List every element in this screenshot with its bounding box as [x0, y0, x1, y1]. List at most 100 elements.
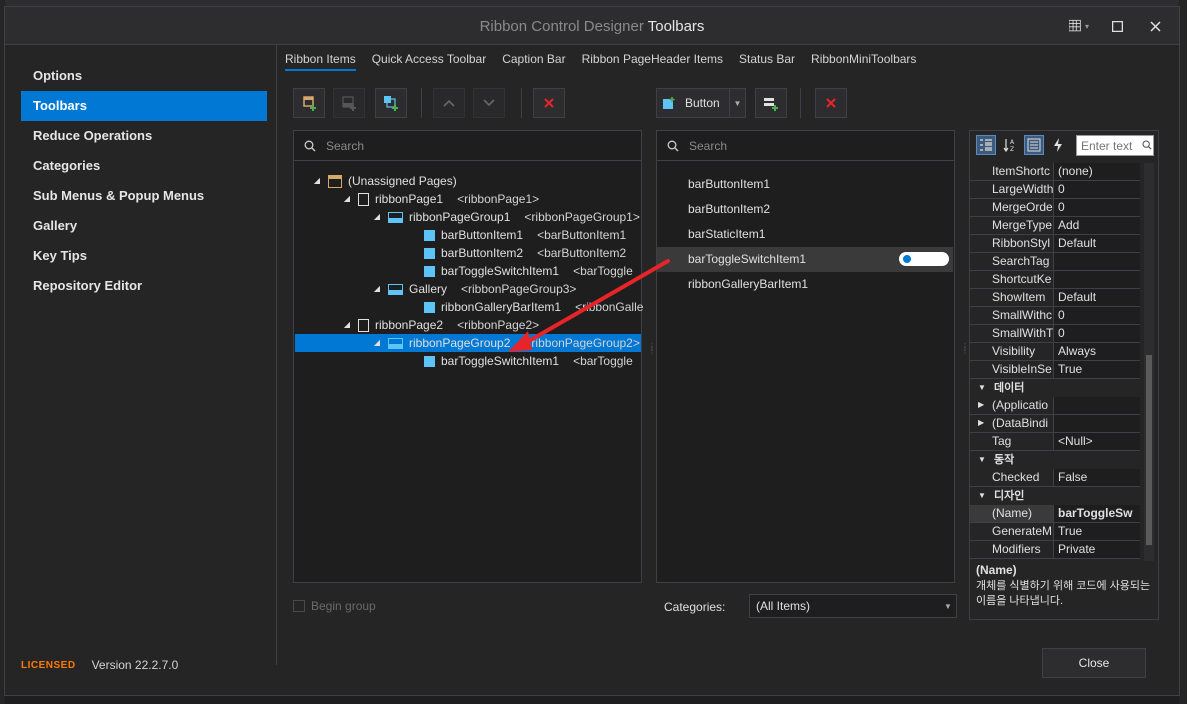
- property-value[interactable]: True: [1054, 523, 1140, 541]
- expand-caret-icon[interactable]: ◢: [372, 280, 382, 298]
- categories-dropdown[interactable]: (All Items) ▼: [749, 594, 957, 618]
- list-item[interactable]: ribbonGalleryBarItem1: [657, 272, 953, 297]
- property-value[interactable]: 0: [1054, 181, 1140, 199]
- nav-item-gallery[interactable]: Gallery: [21, 211, 267, 241]
- property-row[interactable]: GenerateM True: [970, 523, 1140, 541]
- tree-node-bar-toggle-switch-item1-page2[interactable]: barToggleSwitchItem1 <barToggle: [424, 352, 633, 370]
- property-value[interactable]: True: [1054, 361, 1140, 379]
- property-value[interactable]: Always: [1054, 343, 1140, 361]
- property-value[interactable]: Private: [1054, 541, 1140, 559]
- property-value[interactable]: [1054, 397, 1140, 415]
- categorized-icon[interactable]: [976, 135, 996, 155]
- property-value[interactable]: 0: [1054, 307, 1140, 325]
- chevron-down-icon[interactable]: ▼: [940, 595, 956, 617]
- move-up-button[interactable]: [433, 88, 465, 118]
- tab-quick-access-toolbar[interactable]: Quick Access Toolbar: [372, 49, 487, 71]
- tree-node-unassigned-pages[interactable]: ◢ (Unassigned Pages): [312, 172, 457, 190]
- maximize-icon[interactable]: [1107, 17, 1127, 35]
- delete-button[interactable]: [533, 88, 565, 118]
- scrollbar-thumb[interactable]: [1146, 355, 1152, 545]
- splitter-handle[interactable]: ⋮ ⋮: [648, 343, 656, 361]
- property-category[interactable]: ▼ 동작: [970, 451, 1140, 469]
- nav-item-reduce-operations[interactable]: Reduce Operations: [21, 121, 267, 151]
- tree-node-gallery[interactable]: ◢ Gallery <ribbonPageGroup3>: [372, 280, 577, 298]
- tree-node-ribbon-gallery-bar-item1[interactable]: ribbonGalleryBarItem1 <ribbonGalle: [424, 298, 643, 316]
- tree-node-ribbon-page-group1[interactable]: ◢ ribbonPageGroup1 <ribbonPageGroup1>: [372, 208, 640, 226]
- tree-node-bar-button-item2[interactable]: barButtonItem2 <barButtonItem2: [424, 244, 626, 262]
- property-value[interactable]: Default: [1054, 289, 1140, 307]
- property-row[interactable]: Modifiers Private: [970, 541, 1140, 559]
- collapse-caret-icon[interactable]: ▼: [978, 379, 986, 397]
- property-value[interactable]: [1054, 271, 1140, 289]
- sort-alphabetical-icon[interactable]: AZ: [1000, 135, 1020, 155]
- add-item-to-category-button[interactable]: [755, 88, 787, 118]
- tab-ribbon-items[interactable]: Ribbon Items: [285, 49, 356, 71]
- property-row[interactable]: Visibility Always: [970, 343, 1140, 361]
- list-item[interactable]: barStaticItem1: [657, 222, 953, 247]
- property-value[interactable]: Add: [1054, 217, 1140, 235]
- list-item-hovered[interactable]: barToggleSwitchItem1: [657, 247, 953, 272]
- property-row[interactable]: (Name) barToggleSw: [970, 505, 1140, 523]
- add-item-button[interactable]: [375, 88, 407, 118]
- collapse-caret-icon[interactable]: ▼: [978, 451, 986, 469]
- layout-menu-icon[interactable]: ▾: [1069, 17, 1089, 35]
- nav-item-key-tips[interactable]: Key Tips: [21, 241, 267, 271]
- events-icon[interactable]: [1048, 135, 1068, 155]
- property-value[interactable]: [1054, 415, 1140, 433]
- expand-caret-icon[interactable]: ◢: [372, 334, 382, 352]
- item-type-dropdown[interactable]: Button ▼: [656, 88, 746, 118]
- property-row[interactable]: Tag <Null>: [970, 433, 1140, 451]
- tree-node-ribbon-page2[interactable]: ◢ ribbonPage2 <ribbonPage2>: [342, 316, 539, 334]
- property-value[interactable]: <Null>: [1054, 433, 1140, 451]
- chevron-down-icon[interactable]: ▼: [729, 89, 745, 117]
- add-group-button[interactable]: [333, 88, 365, 118]
- property-value[interactable]: Default: [1054, 235, 1140, 253]
- nav-item-categories[interactable]: Categories: [21, 151, 267, 181]
- tab-page-header-items[interactable]: Ribbon PageHeader Items: [582, 49, 723, 71]
- items-search-input[interactable]: [689, 138, 929, 153]
- tab-caption-bar[interactable]: Caption Bar: [502, 49, 565, 71]
- property-row[interactable]: MergeOrde 0: [970, 199, 1140, 217]
- property-value[interactable]: False: [1054, 469, 1140, 487]
- expand-caret-icon[interactable]: ▶: [978, 400, 984, 409]
- splitter-handle[interactable]: ⋮ ⋮: [961, 343, 969, 361]
- property-row[interactable]: SearchTag: [970, 253, 1140, 271]
- list-item[interactable]: barButtonItem2: [657, 197, 953, 222]
- property-category[interactable]: ▼ 디자인: [970, 487, 1140, 505]
- expand-caret-icon[interactable]: ▶: [978, 418, 984, 427]
- nav-item-repository-editor[interactable]: Repository Editor: [21, 271, 267, 301]
- property-category[interactable]: ▼ 데이터: [970, 379, 1140, 397]
- begin-group-checkbox[interactable]: Begin group: [293, 599, 376, 613]
- property-row[interactable]: SmallWithc 0: [970, 307, 1140, 325]
- nav-item-sub-menus[interactable]: Sub Menus & Popup Menus: [21, 181, 267, 211]
- tab-mini-toolbars[interactable]: RibbonMiniToolbars: [811, 49, 916, 71]
- add-page-button[interactable]: [293, 88, 325, 118]
- property-value[interactable]: barToggleSw: [1054, 505, 1140, 523]
- toggle-switch-preview[interactable]: [899, 252, 949, 266]
- tree-search-input[interactable]: [326, 138, 566, 153]
- tree-node-ribbon-page-group2[interactable]: ◢ ribbonPageGroup2 <ribbonPageGroup2>: [295, 334, 641, 352]
- property-row[interactable]: RibbonStyl Default: [970, 235, 1140, 253]
- property-row[interactable]: (DataBindi ▶: [970, 415, 1140, 433]
- nav-item-options[interactable]: Options: [21, 61, 267, 91]
- tree-node-bar-button-item1[interactable]: barButtonItem1 <barButtonItem1: [424, 226, 626, 244]
- move-down-button[interactable]: [473, 88, 505, 118]
- expand-caret-icon[interactable]: ◢: [312, 172, 322, 190]
- tree-node-ribbon-page1[interactable]: ◢ ribbonPage1 <ribbonPage1>: [342, 190, 539, 208]
- property-row[interactable]: VisibleInSe True: [970, 361, 1140, 379]
- property-row[interactable]: (Applicatio ▶: [970, 397, 1140, 415]
- property-row[interactable]: ItemShortc (none): [970, 163, 1140, 181]
- property-scrollbar[interactable]: [1144, 163, 1154, 561]
- expand-caret-icon[interactable]: ◢: [342, 190, 352, 208]
- property-row[interactable]: Checked False: [970, 469, 1140, 487]
- property-row[interactable]: LargeWidth 0: [970, 181, 1140, 199]
- tab-status-bar[interactable]: Status Bar: [739, 49, 795, 71]
- expand-caret-icon[interactable]: ◢: [372, 208, 382, 226]
- property-value[interactable]: 0: [1054, 199, 1140, 217]
- expand-caret-icon[interactable]: ◢: [342, 316, 352, 334]
- property-row[interactable]: ShowItem Default: [970, 289, 1140, 307]
- property-row[interactable]: SmallWithT 0: [970, 325, 1140, 343]
- property-value[interactable]: (none): [1054, 163, 1140, 181]
- tree-node-bar-toggle-switch-item1[interactable]: barToggleSwitchItem1 <barToggle: [424, 262, 633, 280]
- checkbox-box[interactable]: [293, 600, 305, 612]
